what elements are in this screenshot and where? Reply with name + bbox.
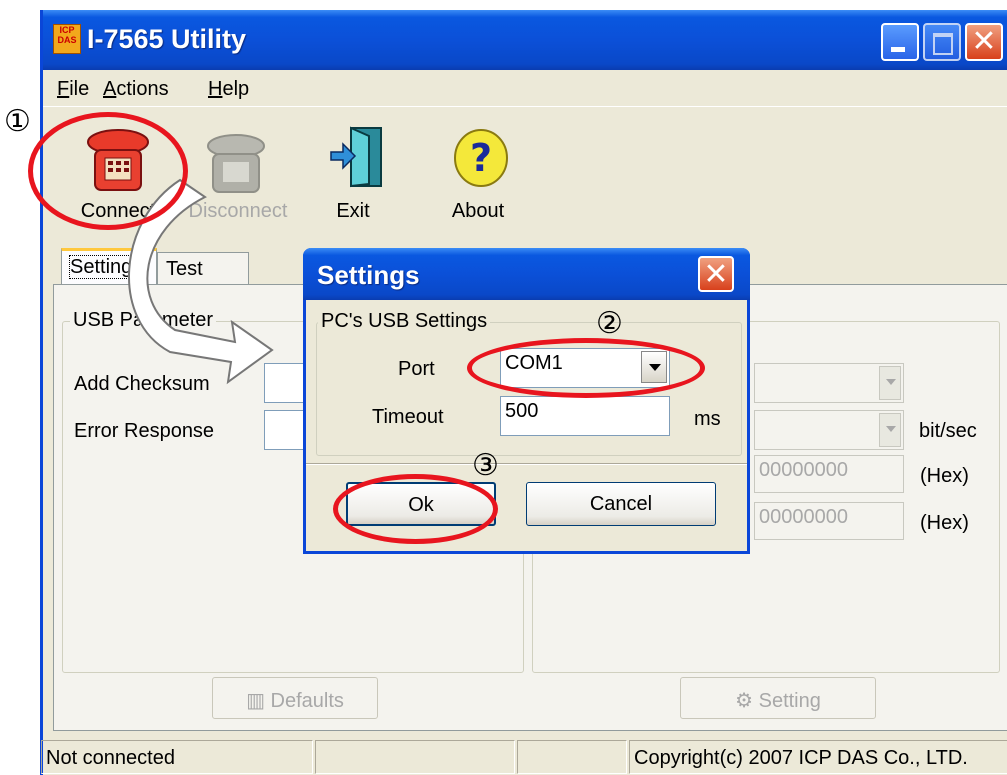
step-1-marker: ①: [4, 104, 31, 139]
step-3-marker: ③: [472, 448, 499, 483]
highlight-ring-connect: [28, 112, 188, 230]
highlight-ring-port: [467, 338, 705, 398]
highlight-ring-ok: [333, 474, 498, 544]
step-2-marker: ②: [596, 306, 623, 341]
